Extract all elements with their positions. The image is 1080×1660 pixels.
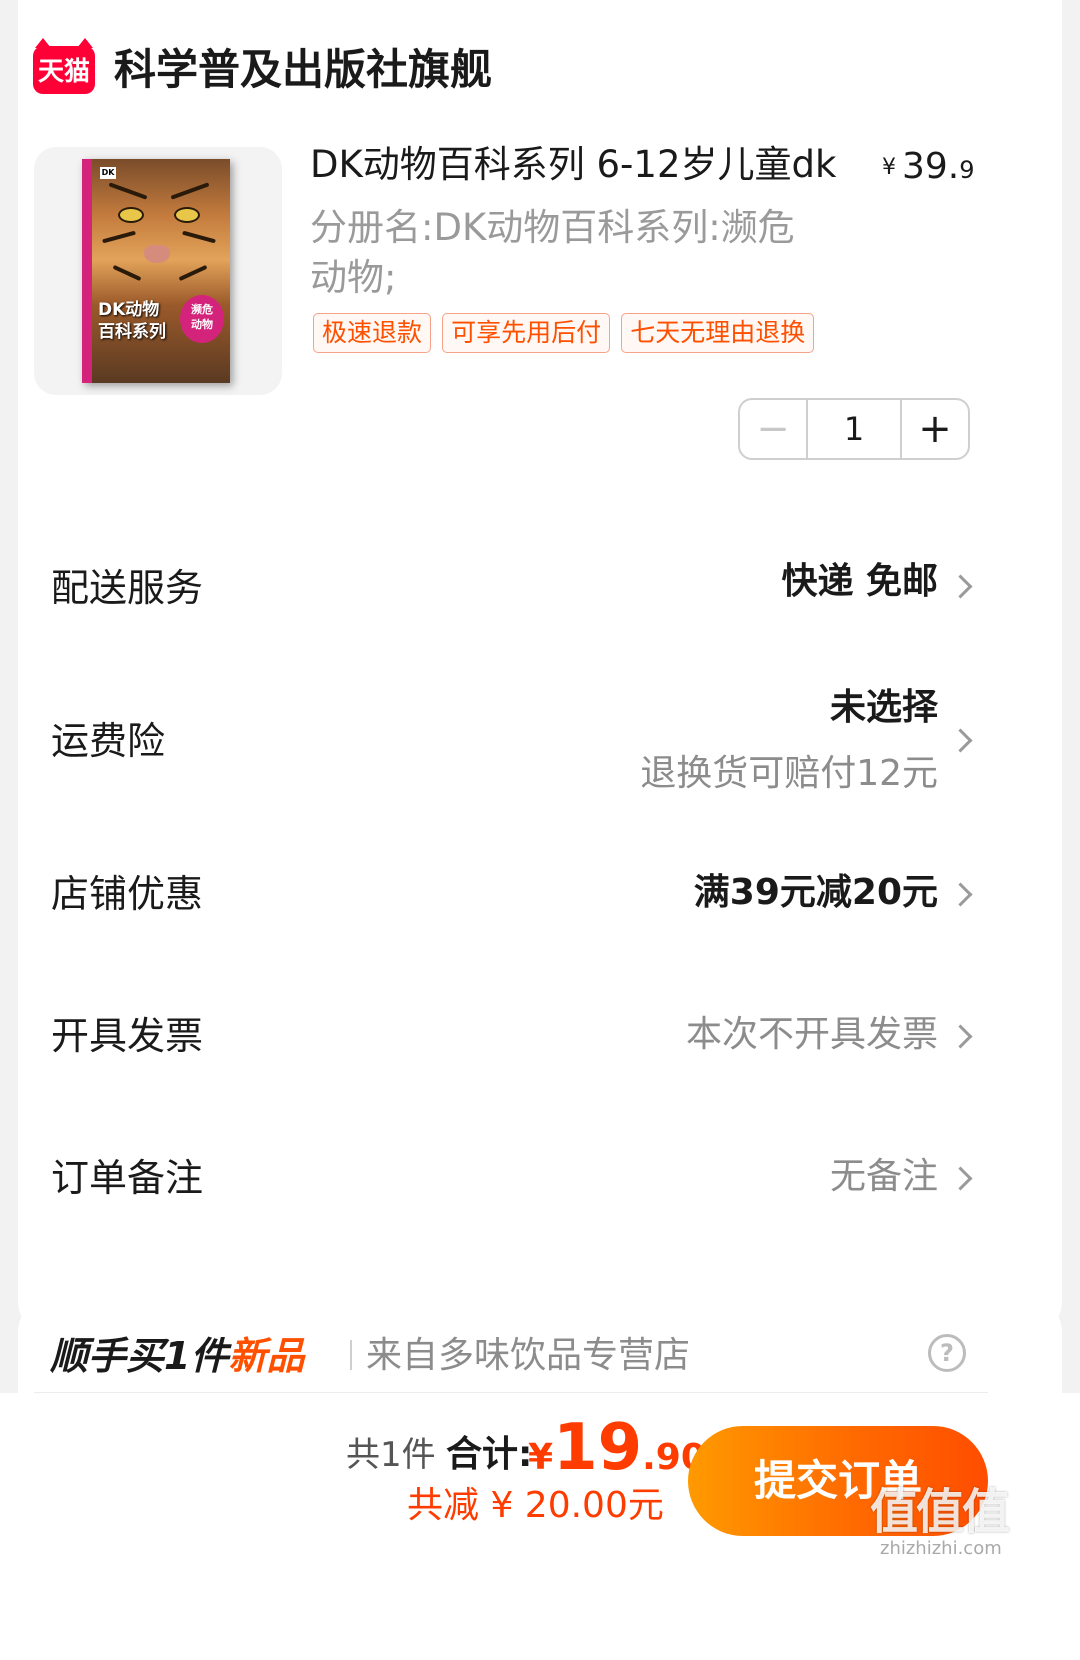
- tmall-logo-icon: 天猫: [33, 38, 95, 94]
- delivery-label: 配送服务: [51, 566, 204, 610]
- addon-title: 顺手买1件新品: [50, 1334, 305, 1378]
- increase-button[interactable]: +: [900, 400, 968, 458]
- insurance-value[interactable]: 未选择: [830, 682, 938, 734]
- book-cover-badge: 濒危 动物: [180, 295, 224, 343]
- addon-divider: [350, 1340, 352, 1370]
- watermark-logo: 值值值: [870, 1484, 1010, 1540]
- shop-name[interactable]: 科学普及出版社旗舰: [114, 40, 492, 100]
- product-thumbnail[interactable]: DK DK动物 百科系列 濒危 动物: [34, 147, 282, 395]
- product-title[interactable]: DK动物百科系列 6-12岁儿童dk: [310, 140, 836, 190]
- addon-source-shop[interactable]: 来自多味饮品专营店: [366, 1328, 690, 1384]
- book-cover-image: DK DK动物 百科系列 濒危 动物: [82, 159, 230, 383]
- help-icon[interactable]: ?: [928, 1334, 966, 1372]
- tag-fast-refund: 极速退款: [313, 313, 432, 353]
- decrease-button[interactable]: −: [740, 400, 808, 458]
- quantity-stepper: − 1 +: [738, 398, 970, 460]
- tag-pay-later: 可享先用后付: [442, 313, 611, 353]
- saved-amount[interactable]: 共减 ¥ 20.00元: [407, 1480, 664, 1532]
- insurance-subtext: 退换货可赔付12元: [640, 753, 938, 794]
- insurance-label: 运费险: [51, 719, 166, 763]
- product-price: ¥39.9: [882, 146, 975, 187]
- discount-value[interactable]: 满39元减20元: [694, 867, 938, 919]
- invoice-value[interactable]: 本次不开具发票: [686, 1009, 938, 1061]
- total-label: 合计:: [446, 1434, 533, 1475]
- book-cover-title: DK动物 百科系列: [98, 300, 166, 342]
- invoice-label: 开具发票: [51, 1014, 204, 1058]
- delivery-value[interactable]: 快递 免邮: [781, 556, 938, 608]
- tag-7day-return: 七天无理由退换: [621, 313, 815, 353]
- book-cover-logo: DK: [100, 167, 116, 179]
- discount-label: 店铺优惠: [51, 872, 204, 916]
- quantity-value[interactable]: 1: [808, 400, 900, 458]
- note-value[interactable]: 无备注: [830, 1151, 938, 1203]
- item-count: 共1件: [346, 1435, 436, 1475]
- watermark-url: zhizhizhi.com: [880, 1538, 1002, 1559]
- service-tags: 极速退款 可享先用后付 七天无理由退换: [313, 313, 820, 353]
- note-label: 订单备注: [51, 1156, 204, 1200]
- product-sku[interactable]: 分册名:DK动物百科系列:濒危动物;: [310, 203, 820, 303]
